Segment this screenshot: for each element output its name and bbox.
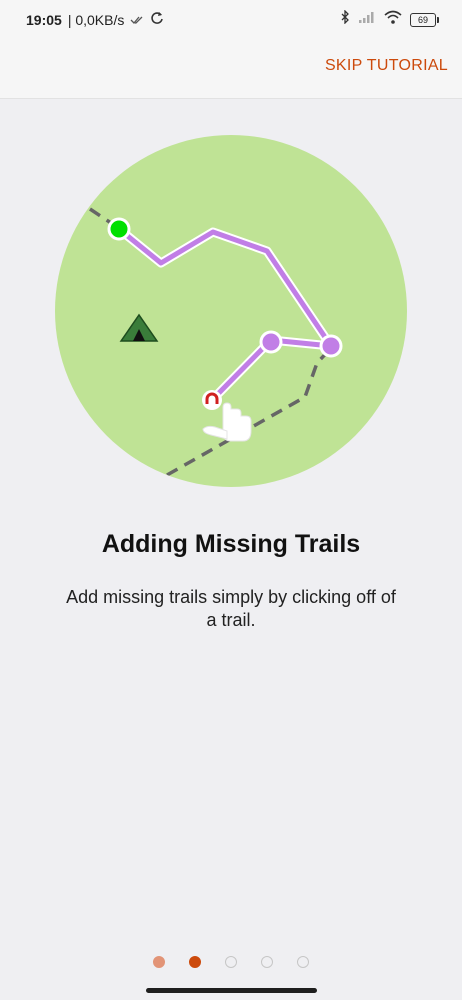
page-dot-5[interactable] <box>297 956 309 968</box>
app-bar: SKIP TUTORIAL <box>0 40 462 99</box>
start-point <box>107 217 131 241</box>
page-dot-1[interactable] <box>153 956 165 968</box>
tutorial-description: Add missing trails simply by clicking of… <box>66 587 396 630</box>
check-double-icon <box>130 12 144 28</box>
waypoint <box>319 334 343 358</box>
status-right: 69 <box>340 9 439 29</box>
signal-icon <box>358 11 376 29</box>
page-dot-2[interactable] <box>189 956 201 968</box>
tutorial-illustration <box>55 135 407 487</box>
sync-icon <box>150 11 164 28</box>
network-speed: | 0,0KB/s <box>67 11 125 28</box>
waypoint <box>259 330 283 354</box>
page-dot-4[interactable] <box>261 956 273 968</box>
bluetooth-icon <box>340 9 350 29</box>
wifi-icon <box>384 10 402 29</box>
status-bar: 19:05 | 0,0KB/s 69 <box>0 0 462 40</box>
status-left: 19:05 | 0,0KB/s <box>26 11 164 28</box>
status-time: 19:05 <box>26 11 62 28</box>
home-indicator[interactable] <box>146 988 317 993</box>
tutorial-title: Adding Missing Trails <box>101 530 361 558</box>
battery-icon: 69 <box>410 12 439 27</box>
skip-tutorial-button[interactable]: SKIP TUTORIAL <box>325 57 448 75</box>
page-indicator <box>0 956 462 968</box>
page-dot-3[interactable] <box>225 956 237 968</box>
